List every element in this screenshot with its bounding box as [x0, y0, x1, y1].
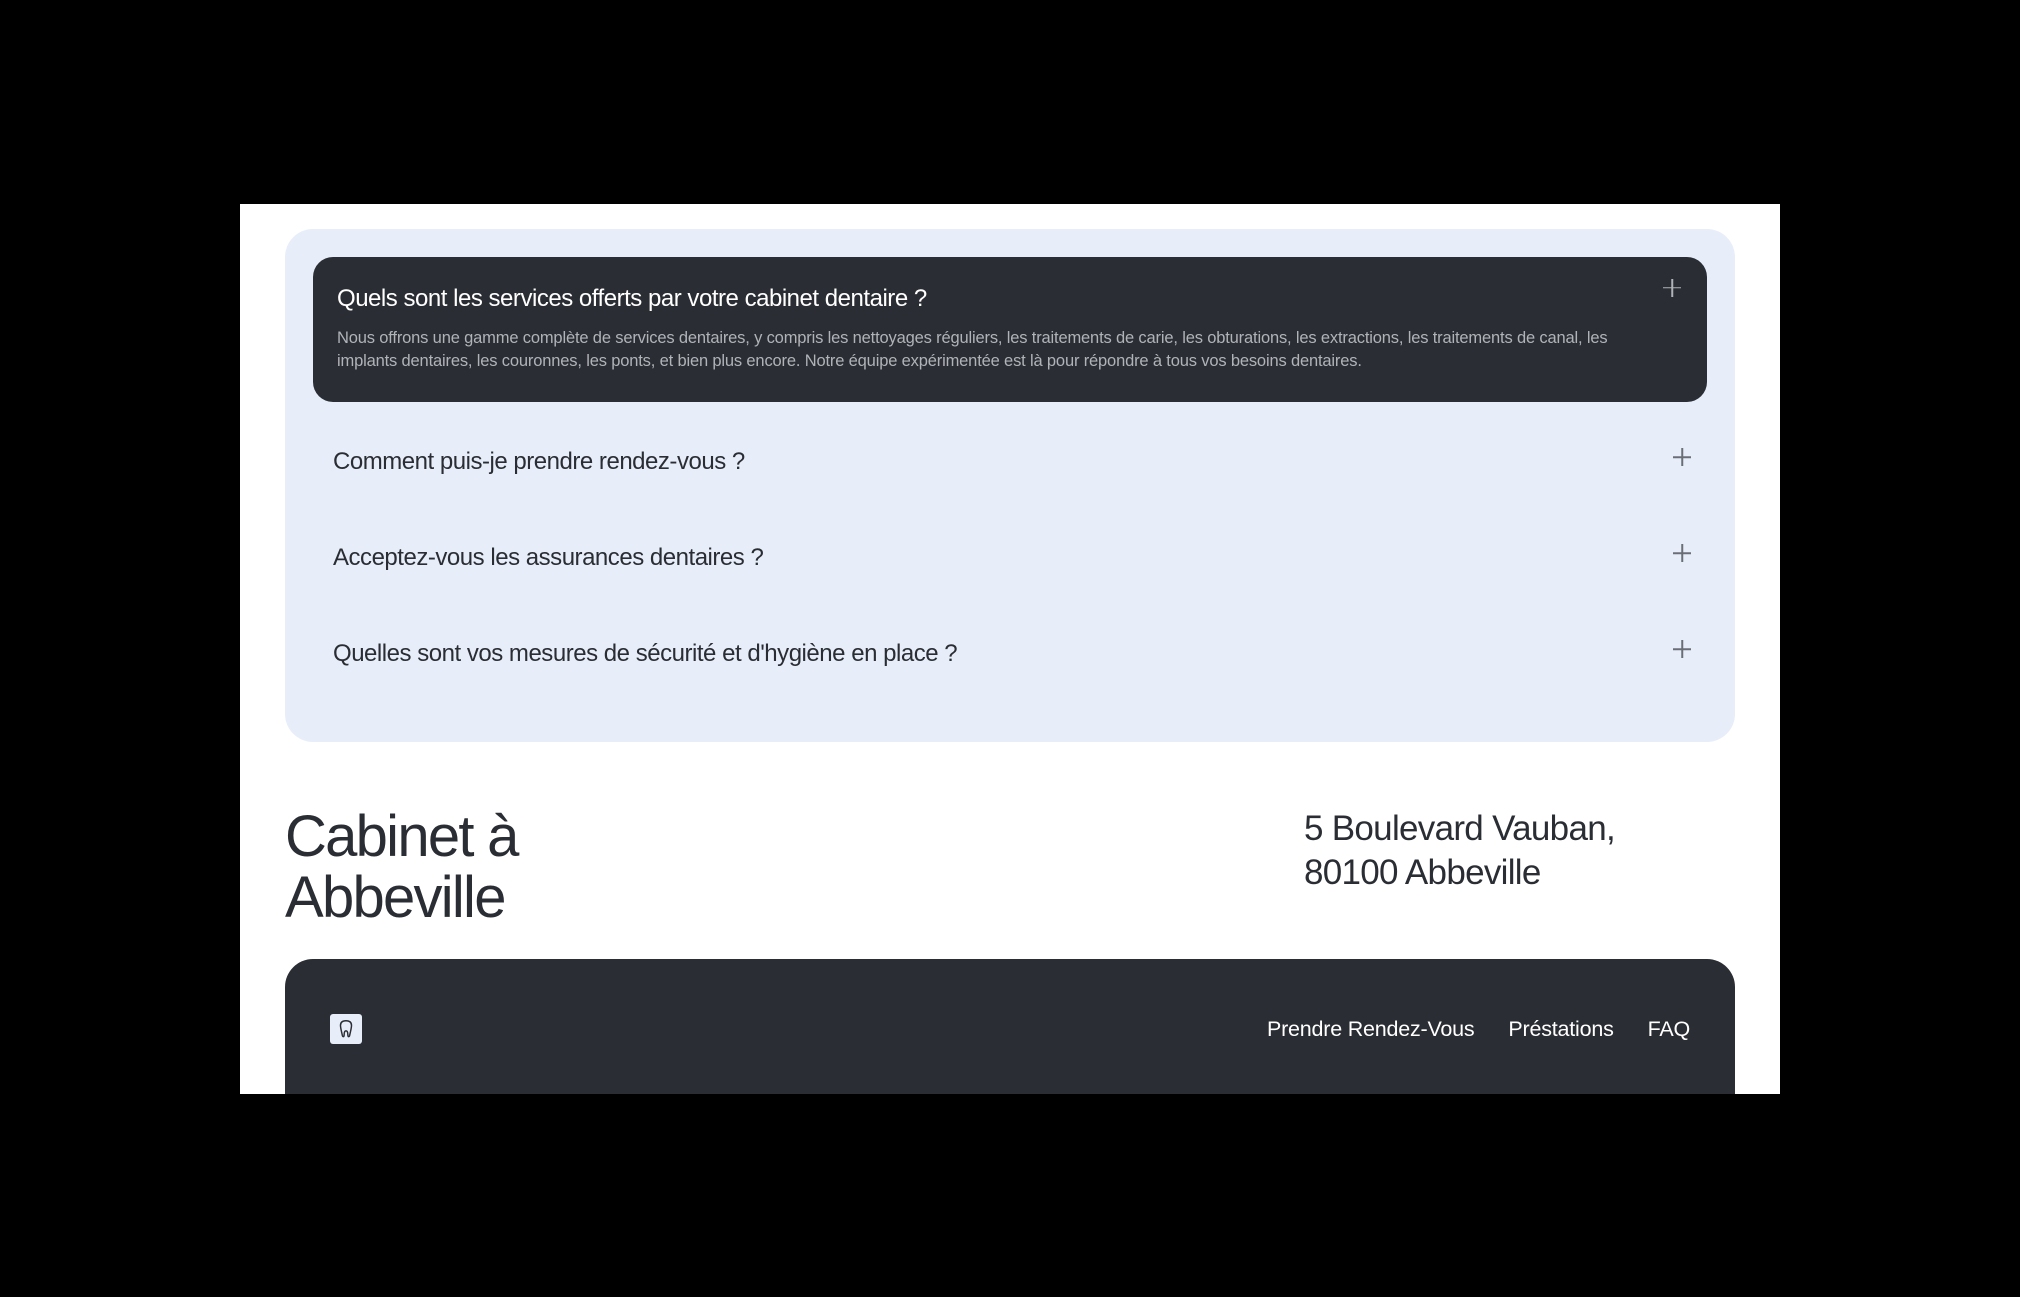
faq-question: Quels sont les services offerts par votr…: [337, 285, 1683, 313]
plus-icon[interactable]: [1663, 279, 1683, 299]
plus-icon[interactable]: [1673, 544, 1693, 564]
location-address-line2: 80100 Abbeville: [1304, 853, 1541, 892]
location-address-line1: 5 Boulevard Vauban,: [1304, 809, 1615, 848]
tooth-icon: [335, 1018, 357, 1040]
faq-answer: Nous offrons une gamme complète de servi…: [337, 327, 1683, 375]
faq-item-services[interactable]: Quels sont les services offerts par votr…: [313, 257, 1707, 403]
footer-nav: Prendre Rendez-Vous Préstations FAQ: [1267, 1017, 1690, 1042]
location-title-line2: Abbeville: [285, 865, 505, 930]
location-title: Cabinet à Abbeville: [285, 807, 518, 929]
faq-item-insurance[interactable]: Acceptez-vous les assurances dentaires ?: [313, 522, 1707, 594]
plus-icon[interactable]: [1673, 448, 1693, 468]
plus-icon[interactable]: [1673, 640, 1693, 660]
faq-question: Quelles sont vos mesures de sécurité et …: [333, 640, 1687, 668]
faq-item-appointment[interactable]: Comment puis-je prendre rendez-vous ?: [313, 426, 1707, 498]
footer-link-services[interactable]: Préstations: [1508, 1017, 1613, 1042]
location-section: Cabinet à Abbeville 5 Boulevard Vauban, …: [285, 807, 1735, 929]
faq-item-hygiene[interactable]: Quelles sont vos mesures de sécurité et …: [313, 618, 1707, 690]
footer-logo[interactable]: [330, 1014, 362, 1044]
location-title-line1: Cabinet à: [285, 804, 518, 869]
location-address: 5 Boulevard Vauban, 80100 Abbeville: [1304, 807, 1615, 895]
footer-link-faq[interactable]: FAQ: [1648, 1017, 1690, 1042]
faq-section: Quels sont les services offerts par votr…: [285, 229, 1735, 743]
footer-link-appointment[interactable]: Prendre Rendez-Vous: [1267, 1017, 1474, 1042]
page-container: Quels sont les services offerts par votr…: [240, 204, 1780, 1094]
faq-question: Acceptez-vous les assurances dentaires ?: [333, 544, 1687, 572]
faq-question: Comment puis-je prendre rendez-vous ?: [333, 448, 1687, 476]
footer: Prendre Rendez-Vous Préstations FAQ: [285, 959, 1735, 1093]
